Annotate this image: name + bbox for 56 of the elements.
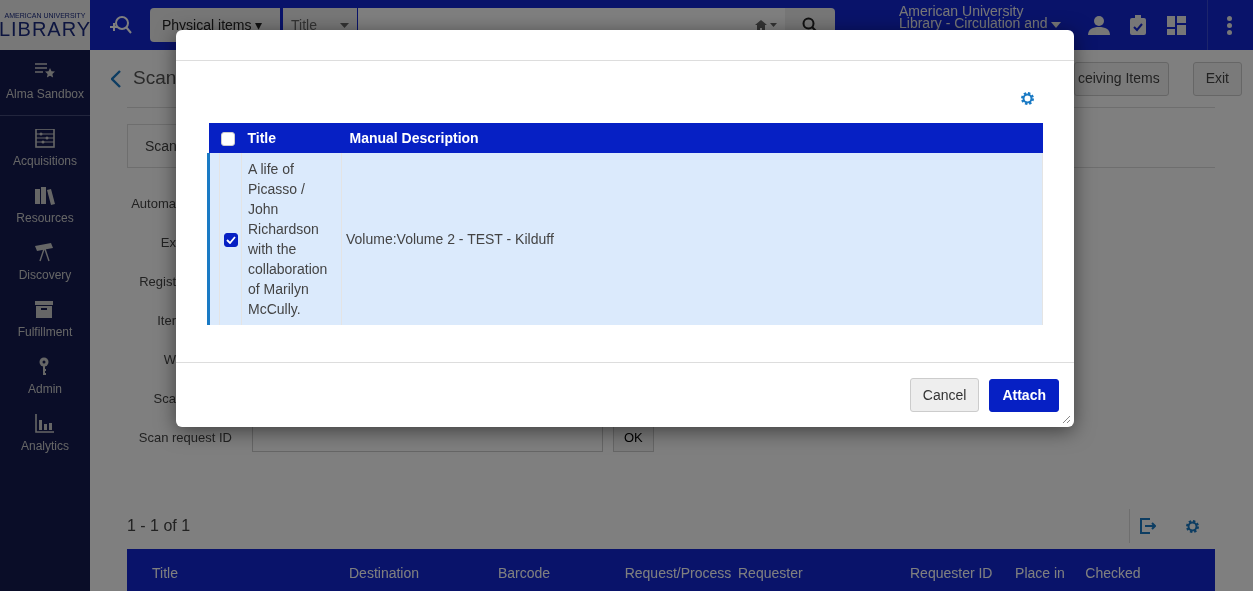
home-icon: [755, 19, 767, 31]
page-title: Scan: [133, 66, 177, 91]
table-cell: Volume:Volume 2 - TEST - Kilduff: [346, 231, 554, 247]
column-header[interactable]: Checked: [1070, 549, 1156, 581]
table-cell: A life of Picasso / John Richardson with the collaboration of Marilyn McCully.: [248, 161, 328, 317]
header-button[interactable]: ceiving Items: [1073, 61, 1169, 96]
column-header[interactable]: Request/Process: [618, 549, 738, 581]
form-label: Ex: [159, 233, 176, 252]
bar-chart-icon: [35, 414, 55, 434]
telescope-icon: [35, 243, 55, 263]
back-chevron-icon[interactable]: [111, 69, 121, 88]
sidebar-item[interactable]: Acquisitions: [13, 121, 77, 178]
clipboard-check-icon[interactable]: [1130, 15, 1146, 35]
caret-icon[interactable]: [1051, 22, 1061, 28]
person-icon[interactable]: [1088, 15, 1110, 35]
sidebar-item[interactable]: Admin: [28, 349, 62, 406]
sidebar-item[interactable]: Fulfillment: [17, 292, 73, 349]
column-header[interactable]: Title: [247, 129, 277, 146]
form-label: W: [162, 350, 176, 369]
dashboard-grid-icon[interactable]: [1167, 15, 1186, 35]
header-button[interactable]: Exit: [1192, 61, 1242, 96]
caret-icon: [340, 22, 349, 28]
sidebar-item[interactable]: Discovery: [18, 235, 72, 292]
institution-name[interactable]: American University Library - Circulation and: [899, 0, 1049, 29]
form-label: Automa: [130, 194, 176, 213]
form-label: Scan request ID: [137, 428, 232, 447]
checkbox[interactable]: [223, 233, 238, 248]
caret-icon: [770, 23, 777, 27]
logo-text: LIBRARY: [0, 18, 92, 39]
attach-button[interactable]: Attach: [989, 378, 1059, 412]
form-label: Iter: [156, 311, 176, 330]
column-header[interactable]: Requester: [738, 549, 910, 581]
sidebar-item[interactable]: Resources: [16, 178, 74, 235]
archive-box-icon: [35, 300, 55, 320]
sidebar-item[interactable]: Analytics: [21, 406, 69, 463]
form-label: Sca: [152, 389, 176, 408]
form-label: Regist: [138, 272, 176, 291]
search-icon: [802, 17, 818, 33]
settings-icon[interactable]: [1185, 518, 1200, 534]
column-header[interactable]: Title: [127, 549, 349, 581]
results-count: 1 - 1 of 1: [127, 516, 192, 536]
check-icon: [225, 236, 236, 245]
sidebar-item[interactable]: Alma Sandbox: [5, 50, 84, 115]
settings-icon[interactable]: [1020, 90, 1035, 106]
more-vertical-icon[interactable]: [1227, 15, 1232, 35]
column-header[interactable]: Place in: [1010, 549, 1070, 581]
column-header[interactable]: Manual Description: [349, 129, 479, 146]
abacus-icon: [35, 129, 55, 149]
column-header[interactable]: Destination: [349, 549, 498, 581]
search-field-label: Title: [291, 15, 317, 35]
resize-handle-icon[interactable]: [1063, 416, 1070, 423]
cancel-button[interactable]: Cancel: [909, 378, 980, 412]
books-icon: [35, 186, 55, 206]
column-header[interactable]: Barcode: [498, 549, 618, 581]
export-icon[interactable]: [1140, 518, 1156, 534]
column-header[interactable]: Requester ID: [910, 549, 1010, 581]
